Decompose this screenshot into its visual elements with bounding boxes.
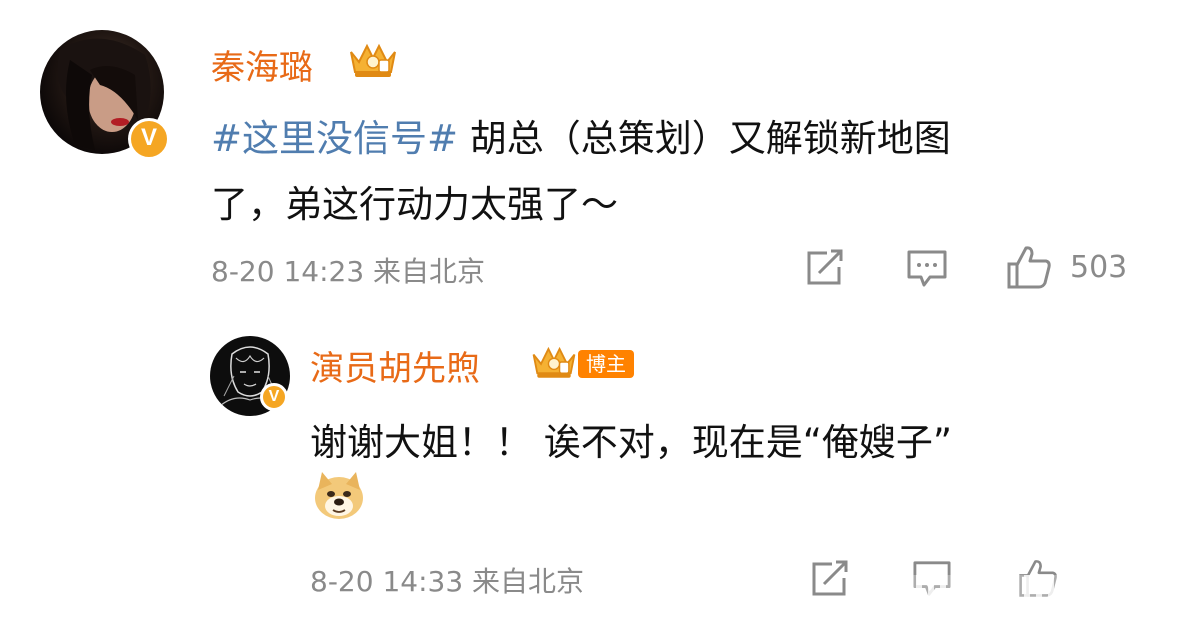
comment-icon[interactable] xyxy=(906,249,948,289)
comment-author-name[interactable]: 秦海璐 xyxy=(211,40,313,89)
reply-meta: 8-20 14:33 来自北京 xyxy=(310,560,584,600)
verified-badge-icon: V xyxy=(260,383,288,411)
crown-vip-icon xyxy=(350,43,396,77)
comment-text-line-2: 了，弟这行动力太强了～ xyxy=(211,183,618,226)
comment-thread: V 秦海璐 #这里没信号# 胡总（总策划）又解锁新地图 了，弟这行动力太强了～ … xyxy=(0,0,1179,618)
reply-text: 谢谢大姐！！ 诶不对，现在是“俺嫂子” xyxy=(310,421,953,464)
blogger-badge: 博主 xyxy=(578,350,634,378)
share-icon[interactable] xyxy=(805,249,845,287)
share-icon[interactable] xyxy=(810,560,850,598)
reply-time: 8-20 14:33 xyxy=(310,565,464,598)
comment-time: 8-20 14:23 xyxy=(211,255,365,288)
comment-text-line-1: #这里没信号# 胡总（总策划）又解锁新地图 xyxy=(211,108,951,162)
reply-author-name[interactable]: 演员胡先煦 xyxy=(310,341,480,390)
thumbs-up-icon[interactable] xyxy=(1006,244,1052,290)
comment-meta: 8-20 14:23 来自北京 xyxy=(211,250,485,290)
hashtag-link[interactable]: #这里没信号# xyxy=(211,117,458,160)
doge-emoji-icon xyxy=(315,472,363,519)
watermark-overlay xyxy=(880,575,1170,605)
comment-location: 来自北京 xyxy=(373,255,486,288)
like-count: 503 xyxy=(1070,250,1128,285)
reply-location: 来自北京 xyxy=(472,565,585,598)
crown-vip-icon xyxy=(532,346,576,378)
comment-text: 胡总（总策划）又解锁新地图 xyxy=(458,117,951,160)
verified-badge-icon: V xyxy=(128,118,170,160)
